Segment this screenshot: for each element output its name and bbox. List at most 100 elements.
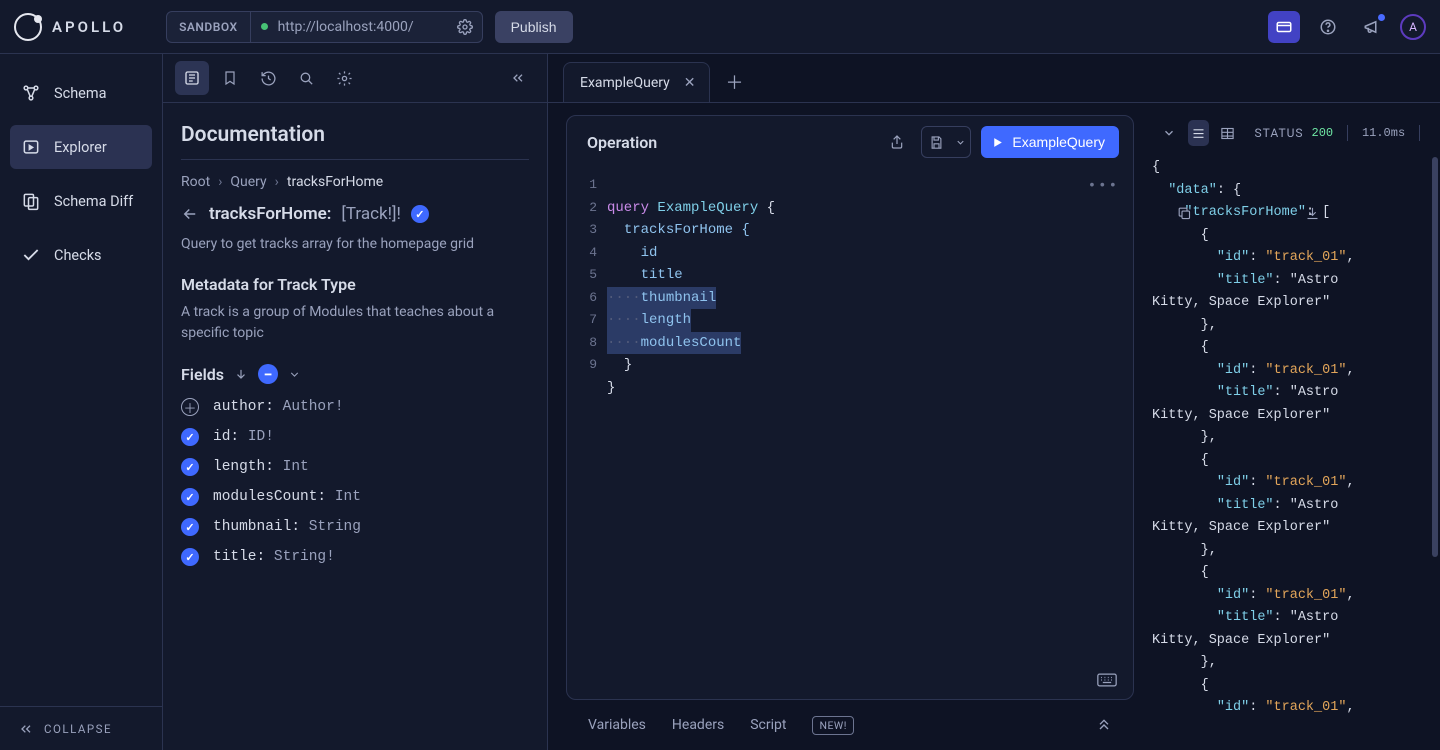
metadata-description: A track is a group of Modules that teach… <box>181 302 529 344</box>
new-badge: NEW! <box>812 716 853 735</box>
environment-chip[interactable]: SANDBOX <box>167 12 251 42</box>
field-name: title: String! <box>213 549 335 565</box>
tab-variables[interactable]: Variables <box>588 717 646 733</box>
fields-heading: Fields − <box>181 364 529 384</box>
field-row[interactable]: thumbnail: String <box>181 518 529 536</box>
nav-item-schema-diff[interactable]: Schema Diff <box>10 179 152 223</box>
operation-card: Operation <box>566 115 1134 700</box>
history-icon[interactable] <box>251 61 285 95</box>
field-name: modulesCount: Int <box>213 489 361 505</box>
status-code: 200 <box>1312 126 1334 140</box>
field-check-icon[interactable] <box>181 428 199 446</box>
doc-view-icon[interactable] <box>175 61 209 95</box>
play-icon <box>991 136 1004 149</box>
field-description: Query to get tracks array for the homepa… <box>181 234 529 255</box>
sort-arrow-icon[interactable] <box>234 367 248 381</box>
field-check-icon[interactable] <box>181 548 199 566</box>
bookmark-icon[interactable] <box>213 61 247 95</box>
save-dropdown[interactable] <box>921 126 971 158</box>
scrollbar[interactable] <box>1432 157 1438 557</box>
field-name: tracksForHome: <box>209 204 331 224</box>
field-add-icon[interactable]: ＋ <box>181 398 199 416</box>
topbar-right-icons: A <box>1268 11 1426 43</box>
field-check-icon[interactable] <box>181 458 199 476</box>
crumb-root[interactable]: Root <box>181 174 210 190</box>
metadata-heading: Metadata for Track Type <box>181 275 529 294</box>
code-content[interactable]: query ExampleQuery { tracksForHome { id … <box>607 168 1133 691</box>
table-view-icon[interactable] <box>1217 120 1239 146</box>
tab-script[interactable]: Script <box>750 717 786 733</box>
brand-text: APOLLO <box>52 18 126 36</box>
field-header: tracksForHome: [Track!]! <box>181 204 529 224</box>
chevrons-left-icon <box>18 721 34 737</box>
field-type[interactable]: [Track!]! <box>341 204 401 224</box>
editor-tabs: ExampleQuery ✕ ＋ <box>548 54 1440 103</box>
field-name: length: Int <box>213 459 309 475</box>
endpoint-settings-icon[interactable] <box>448 19 482 35</box>
response-body[interactable]: { "data": { "tracksForHome": [ { "id": "… <box>1144 157 1440 750</box>
field-name: id: ID! <box>213 429 274 445</box>
fields-remove-all-icon[interactable]: − <box>258 364 278 384</box>
tab-example-query[interactable]: ExampleQuery ✕ <box>563 62 710 102</box>
back-arrow-icon[interactable] <box>181 205 199 223</box>
user-avatar[interactable]: A <box>1400 14 1426 40</box>
run-operation-button[interactable]: ExampleQuery <box>981 126 1119 158</box>
help-icon[interactable] <box>1312 11 1344 43</box>
run-button-label: ExampleQuery <box>1012 134 1105 150</box>
add-tab-button[interactable]: ＋ <box>718 66 750 98</box>
settings-icon[interactable] <box>327 61 361 95</box>
layout-list-icon[interactable] <box>1188 120 1210 146</box>
announcements-icon[interactable] <box>1356 11 1388 43</box>
field-row[interactable]: modulesCount: Int <box>181 488 529 506</box>
download-icon[interactable] <box>1305 161 1418 266</box>
field-selected-icon[interactable] <box>411 205 429 223</box>
copy-icon[interactable] <box>1177 161 1290 266</box>
chevron-down-icon[interactable] <box>288 368 301 381</box>
schema-diff-icon <box>20 190 42 212</box>
chevron-down-icon[interactable] <box>950 127 970 157</box>
nav-label: Checks <box>54 247 102 264</box>
crumb-query[interactable]: Query <box>230 174 266 190</box>
breadcrumb: Root› Query› tracksForHome <box>181 174 529 190</box>
share-icon[interactable] <box>883 127 911 157</box>
response-panel: STATUS 200 11.0ms { "data": { "tracksFor… <box>1144 103 1440 750</box>
tab-headers[interactable]: Headers <box>672 717 724 733</box>
field-check-icon[interactable] <box>181 518 199 536</box>
top-bar: APOLLO SANDBOX http://localhost:4000/ Pu… <box>0 0 1440 54</box>
field-row[interactable]: id: ID! <box>181 428 529 446</box>
bottom-panel-tabs: Variables Headers Script NEW! <box>566 700 1134 750</box>
collapse-sidebar-button[interactable]: COLLAPSE <box>0 706 162 750</box>
field-check-icon[interactable] <box>181 488 199 506</box>
field-row[interactable]: length: Int <box>181 458 529 476</box>
nav-label: Schema Diff <box>54 193 133 210</box>
keyboard-icon[interactable] <box>1097 673 1117 687</box>
expand-panel-icon[interactable] <box>1096 717 1112 733</box>
code-editor[interactable]: 123456789 query ExampleQuery { tracksFor… <box>567 168 1133 699</box>
nav-item-schema[interactable]: Schema <box>10 71 152 115</box>
collapse-label: COLLAPSE <box>44 722 112 736</box>
brand-logo: APOLLO <box>14 13 126 41</box>
collapse-down-icon[interactable] <box>1158 120 1180 146</box>
more-options-icon[interactable]: ••• <box>1088 178 1119 194</box>
field-row[interactable]: ＋ author: Author! <box>181 398 529 416</box>
explorer-icon <box>20 136 42 158</box>
collapse-doc-icon[interactable] <box>501 61 535 95</box>
publish-button[interactable]: Publish <box>495 11 573 43</box>
embed-icon[interactable] <box>1268 11 1300 43</box>
field-row[interactable]: title: String! <box>181 548 529 566</box>
field-name: thumbnail: String <box>213 519 361 535</box>
crumb-current: tracksForHome <box>287 174 383 190</box>
search-icon[interactable] <box>289 61 323 95</box>
main-area: ExampleQuery ✕ ＋ Operation <box>548 54 1440 750</box>
endpoint-url[interactable]: http://localhost:4000/ <box>278 19 448 35</box>
field-name: author: Author! <box>213 399 344 415</box>
response-time: 11.0ms <box>1362 126 1405 140</box>
save-icon[interactable] <box>922 127 950 157</box>
nav-item-explorer[interactable]: Explorer <box>10 125 152 169</box>
tab-close-icon[interactable]: ✕ <box>684 75 696 91</box>
fields-list: ＋ author: Author! id: ID! length: Int module… <box>181 398 529 566</box>
checks-icon <box>20 244 42 266</box>
nav-item-checks[interactable]: Checks <box>10 233 152 277</box>
line-gutter: 123456789 <box>567 168 607 691</box>
tab-label: ExampleQuery <box>580 75 670 91</box>
